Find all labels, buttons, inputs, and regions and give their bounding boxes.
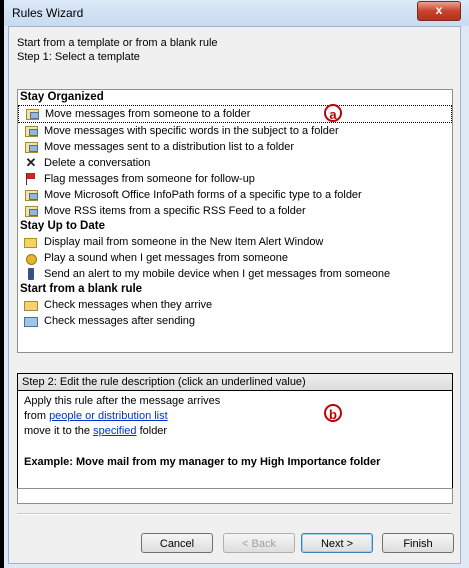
message-move-icon: [24, 141, 38, 153]
template-label: Delete a conversation: [44, 157, 151, 169]
template-label: Play a sound when I get messages from so…: [44, 252, 288, 264]
step1-label: Step 1: Select a template: [17, 51, 140, 63]
message-move-icon: [24, 125, 38, 137]
template-item[interactable]: Move RSS items from a specific RSS Feed …: [18, 203, 452, 219]
description-footer: [17, 488, 453, 504]
template-label: Display mail from someone in the New Ite…: [44, 236, 324, 248]
button-separator: [17, 513, 451, 515]
rule-description-panel: Step 2: Edit the rule description (click…: [17, 373, 453, 489]
template-label: Move RSS items from a specific RSS Feed …: [44, 205, 306, 217]
dialog-body: Start from a template or from a blank ru…: [8, 26, 461, 564]
callout-marker-a: a: [324, 104, 342, 122]
mobile-phone-icon: [24, 268, 38, 280]
flag-icon: [24, 173, 38, 185]
people-link[interactable]: people or distribution list: [49, 410, 168, 422]
specified-folder-link[interactable]: specified: [93, 425, 136, 437]
delete-x-icon: ✕: [25, 155, 37, 170]
template-label: Move Microsoft Office InfoPath forms of …: [44, 189, 362, 201]
finish-button[interactable]: Finish: [382, 533, 454, 553]
rule-line-from: from people or distribution list: [24, 409, 446, 424]
template-item[interactable]: ✕ Delete a conversation: [18, 155, 452, 171]
template-label: Send an alert to my mobile device when I…: [44, 268, 391, 280]
rule-text: move it to the: [24, 425, 94, 437]
group-header-stay-up-to-date: Stay Up to Date: [20, 220, 105, 232]
step2-heading: Step 2: Edit the rule description (click…: [18, 374, 452, 391]
envelope-icon: [24, 299, 38, 311]
group-header-blank-rule: Start from a blank rule: [20, 283, 143, 295]
close-button[interactable]: x: [417, 1, 461, 21]
template-item[interactable]: Check messages when they arrive: [18, 297, 452, 313]
rule-line-apply: Apply this rule after the message arrive…: [24, 395, 221, 407]
template-item[interactable]: Move messages from someone to a folder: [18, 105, 452, 123]
window-title: Rules Wizard: [12, 6, 84, 20]
sound-icon: [24, 252, 38, 265]
template-item[interactable]: Move Microsoft Office InfoPath forms of …: [18, 187, 452, 203]
template-label: Move messages with specific words in the…: [44, 125, 339, 137]
group-header-stay-organized: Stay Organized: [20, 91, 104, 103]
next-button[interactable]: Next >: [301, 533, 373, 553]
send-icon: [24, 315, 38, 327]
template-item[interactable]: Check messages after sending: [18, 313, 452, 329]
back-button[interactable]: < Back: [223, 533, 295, 553]
example-text: Example: Move mail from my manager to my…: [24, 456, 381, 468]
template-item[interactable]: Send an alert to my mobile device when I…: [18, 266, 452, 282]
template-label: Move messages from someone to a folder: [45, 108, 251, 120]
intro-text: Start from a template or from a blank ru…: [17, 37, 218, 49]
cancel-button[interactable]: Cancel: [141, 533, 213, 553]
template-item[interactable]: Move messages with specific words in the…: [18, 123, 452, 139]
title-bar: Rules Wizard x: [4, 0, 469, 26]
rule-line-move: move it to the specified folder: [24, 424, 446, 439]
template-label: Move messages sent to a distribution lis…: [44, 141, 295, 153]
template-list[interactable]: Stay Organized Move messages from someon…: [17, 89, 453, 353]
template-item[interactable]: Move messages sent to a distribution lis…: [18, 139, 452, 155]
rule-text: from: [24, 410, 50, 422]
template-label: Check messages after sending: [44, 315, 196, 327]
rules-wizard-window: Rules Wizard x Start from a template or …: [0, 0, 469, 568]
callout-marker-b: b: [324, 404, 342, 422]
template-item[interactable]: Flag messages from someone for follow-up: [18, 171, 452, 187]
template-item[interactable]: Display mail from someone in the New Ite…: [18, 234, 452, 250]
rule-description: Apply this rule after the message arrive…: [18, 391, 452, 473]
message-move-icon: [24, 205, 38, 217]
message-move-icon: [25, 108, 39, 120]
rule-text: folder: [136, 425, 168, 437]
message-move-icon: [24, 189, 38, 201]
template-label: Flag messages from someone for follow-up: [44, 173, 255, 185]
template-item[interactable]: Play a sound when I get messages from so…: [18, 250, 452, 266]
alert-window-icon: [24, 236, 38, 248]
template-label: Check messages when they arrive: [44, 299, 213, 311]
